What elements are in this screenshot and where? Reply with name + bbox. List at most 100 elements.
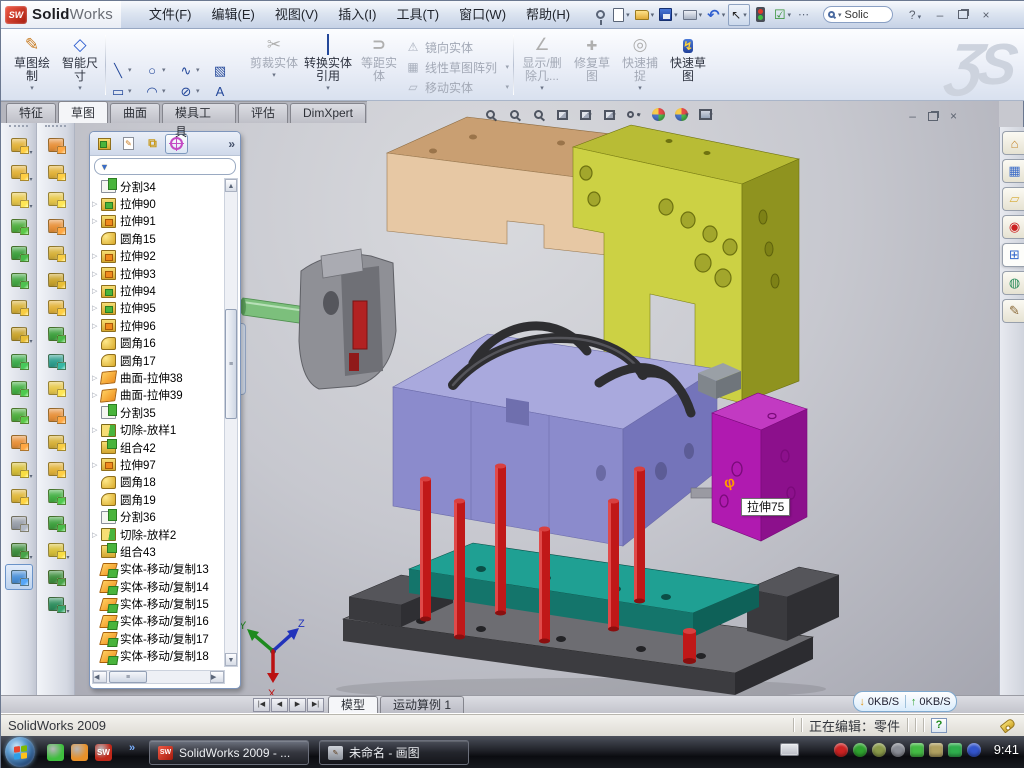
doc-restore-button[interactable] — [928, 112, 938, 121]
expand-arrow-icon[interactable]: ▷ — [92, 461, 101, 469]
apply-scene-button[interactable]: ▾ — [673, 106, 691, 123]
expand-arrow-icon[interactable]: ▷ — [92, 217, 101, 225]
expand-arrow-icon[interactable]: ▷ — [92, 252, 101, 260]
taskbar-clock[interactable]: 9:41 — [994, 742, 1019, 757]
tree-item-6[interactable]: ▷拉伸94 — [92, 282, 223, 299]
command-tab-0[interactable]: 特征 — [6, 103, 56, 123]
tree-item-17[interactable]: 圆角18 — [92, 474, 223, 491]
system-gear-tray-icon[interactable] — [872, 743, 886, 757]
menubar-item-5[interactable]: 窗口(W) — [449, 1, 516, 28]
toolbar-grip[interactable] — [9, 125, 28, 130]
reference-axis-button[interactable] — [5, 510, 33, 536]
start-button[interactable] — [5, 737, 35, 767]
display-style-button[interactable]: ▾ — [601, 106, 619, 123]
doc-close-button[interactable]: × — [950, 109, 957, 123]
convert-entities-button[interactable]: 转换实体引用 — [302, 33, 354, 97]
view-setting-button[interactable]: ▾ — [697, 106, 715, 123]
restore-button[interactable] — [958, 10, 968, 19]
tree-item-13[interactable]: 分割35 — [92, 404, 223, 421]
taskbar-button-paint[interactable]: ✎未命名 - 画图 — [319, 740, 469, 765]
first-tab-button[interactable]: |◀ — [253, 698, 270, 712]
dome-button[interactable] — [42, 348, 70, 374]
main-mold-block[interactable] — [393, 334, 721, 546]
indent-button[interactable] — [42, 294, 70, 320]
dropdown-caret-icon[interactable]: ▾ — [709, 111, 713, 119]
scroll-left-button[interactable]: ◀ — [93, 671, 107, 683]
options-button[interactable]: ☑ — [772, 4, 793, 26]
quick-launch-overflow-chevron[interactable]: » — [129, 742, 135, 754]
tree-item-22[interactable]: 实体-移动/复制13 — [92, 561, 223, 578]
expand-arrow-icon[interactable]: ▷ — [92, 270, 101, 278]
select-button[interactable]: ↖ — [728, 4, 750, 26]
solidworks-launcher-quicklaunch-button[interactable]: SW — [95, 744, 112, 761]
solidworks-search-tab[interactable]: ◉ — [1002, 215, 1024, 239]
tree-item-0[interactable]: 分割34 — [92, 178, 223, 195]
tree-item-19[interactable]: 分割36 — [92, 508, 223, 525]
close-button[interactable]: × — [979, 8, 993, 22]
menubar-item-3[interactable]: 插入(I) — [328, 1, 386, 28]
tree-item-5[interactable]: ▷拉伸93 — [92, 265, 223, 282]
wrap-button[interactable] — [5, 294, 33, 320]
expand-arrow-icon[interactable]: ▷ — [92, 200, 101, 208]
command-tab-4[interactable]: 评估 — [238, 103, 288, 123]
smart-dimension-button[interactable]: 智能尺寸 — [57, 33, 103, 97]
doc-minimize-button[interactable]: – — [909, 109, 916, 123]
tree-item-7[interactable]: ▷拉伸95 — [92, 300, 223, 317]
combine-bodies-button[interactable] — [5, 348, 33, 374]
move-face-button[interactable] — [42, 240, 70, 266]
save-button[interactable] — [657, 4, 680, 26]
instant3d-button[interactable] — [5, 564, 33, 590]
dropdown-caret-icon[interactable]: ▾ — [612, 111, 616, 119]
tree-vertical-scrollbar[interactable]: ▲ ≡ ▼ — [224, 178, 238, 667]
sketch-text-tool-button[interactable]: A — [210, 82, 230, 102]
toolbar-grip[interactable] — [45, 125, 66, 130]
dropdown-caret-icon[interactable] — [9, 83, 55, 91]
dropdown-caret-icon[interactable]: ▾ — [29, 473, 32, 480]
hide-show-items-button[interactable]: ▾ — [625, 106, 643, 123]
tree-item-10[interactable]: 圆角17 — [92, 352, 223, 369]
boundary-button[interactable] — [42, 456, 70, 482]
fillet-tool-button[interactable] — [42, 321, 70, 347]
section-view-button[interactable] — [553, 106, 571, 123]
tree-item-12[interactable]: ▷曲面-拉伸39 — [92, 387, 223, 404]
dropdown-caret-icon[interactable]: ▾ — [66, 554, 69, 561]
panel-overflow-chevron[interactable]: » — [228, 137, 237, 151]
helix-curve-button[interactable]: ▾ — [42, 591, 70, 617]
spline-curve-button[interactable] — [42, 564, 70, 590]
sketch-point-button[interactable]: ▾ — [42, 537, 70, 563]
reference-point-button[interactable]: ▾ — [5, 456, 33, 482]
tree-item-16[interactable]: ▷拉伸97 — [92, 456, 223, 473]
fillet-button[interactable]: ▾ — [5, 186, 33, 212]
command-tab-1[interactable]: 草图 — [58, 101, 108, 123]
tree-item-24[interactable]: 实体-移动/复制15 — [92, 595, 223, 612]
scroll-down-button[interactable]: ▼ — [225, 653, 237, 666]
dropdown-caret-icon[interactable]: ▾ — [29, 338, 32, 345]
expand-arrow-icon[interactable]: ▷ — [92, 426, 101, 434]
clamp-block[interactable] — [299, 249, 396, 389]
scroll-right-button[interactable]: ▶ — [210, 671, 224, 683]
tree-item-8[interactable]: ▷拉伸96 — [92, 317, 223, 334]
draft-button[interactable] — [5, 267, 33, 293]
expand-arrow-icon[interactable]: ▷ — [92, 287, 101, 295]
shell-tool-button[interactable] — [42, 186, 70, 212]
selection-filter-button[interactable]: ⋯ — [794, 4, 814, 26]
dropdown-caret-icon[interactable]: ▾ — [29, 149, 32, 156]
scroll-thumb[interactable]: ≡ — [225, 309, 237, 419]
zoom-to-selection-button[interactable] — [529, 106, 547, 123]
view-palette-tab[interactable]: ⊞ — [1002, 243, 1024, 267]
linear-pattern-button[interactable]: ▾ — [5, 321, 33, 347]
next-tab-button[interactable]: ▶ — [289, 698, 306, 712]
circle-tool-button[interactable]: ○ — [142, 61, 162, 81]
print-button[interactable] — [681, 4, 705, 26]
split-body-button[interactable] — [5, 375, 33, 401]
dropdown-caret-icon[interactable]: ▾ — [196, 82, 203, 102]
tree-item-20[interactable]: ▷切除-放样2 — [92, 526, 223, 543]
rail-block-right[interactable] — [747, 567, 839, 641]
sync-status-tray-icon[interactable] — [967, 743, 981, 757]
menubar-item-2[interactable]: 视图(V) — [265, 1, 328, 28]
tree-horizontal-scrollbar[interactable]: ◀ ≡ ▶ — [92, 670, 225, 684]
deform-button[interactable] — [42, 267, 70, 293]
sketch-draw-button[interactable]: 草图绘制 — [9, 33, 55, 97]
rebuild-button[interactable] — [751, 4, 771, 26]
tree-item-18[interactable]: 圆角19 — [92, 491, 223, 508]
